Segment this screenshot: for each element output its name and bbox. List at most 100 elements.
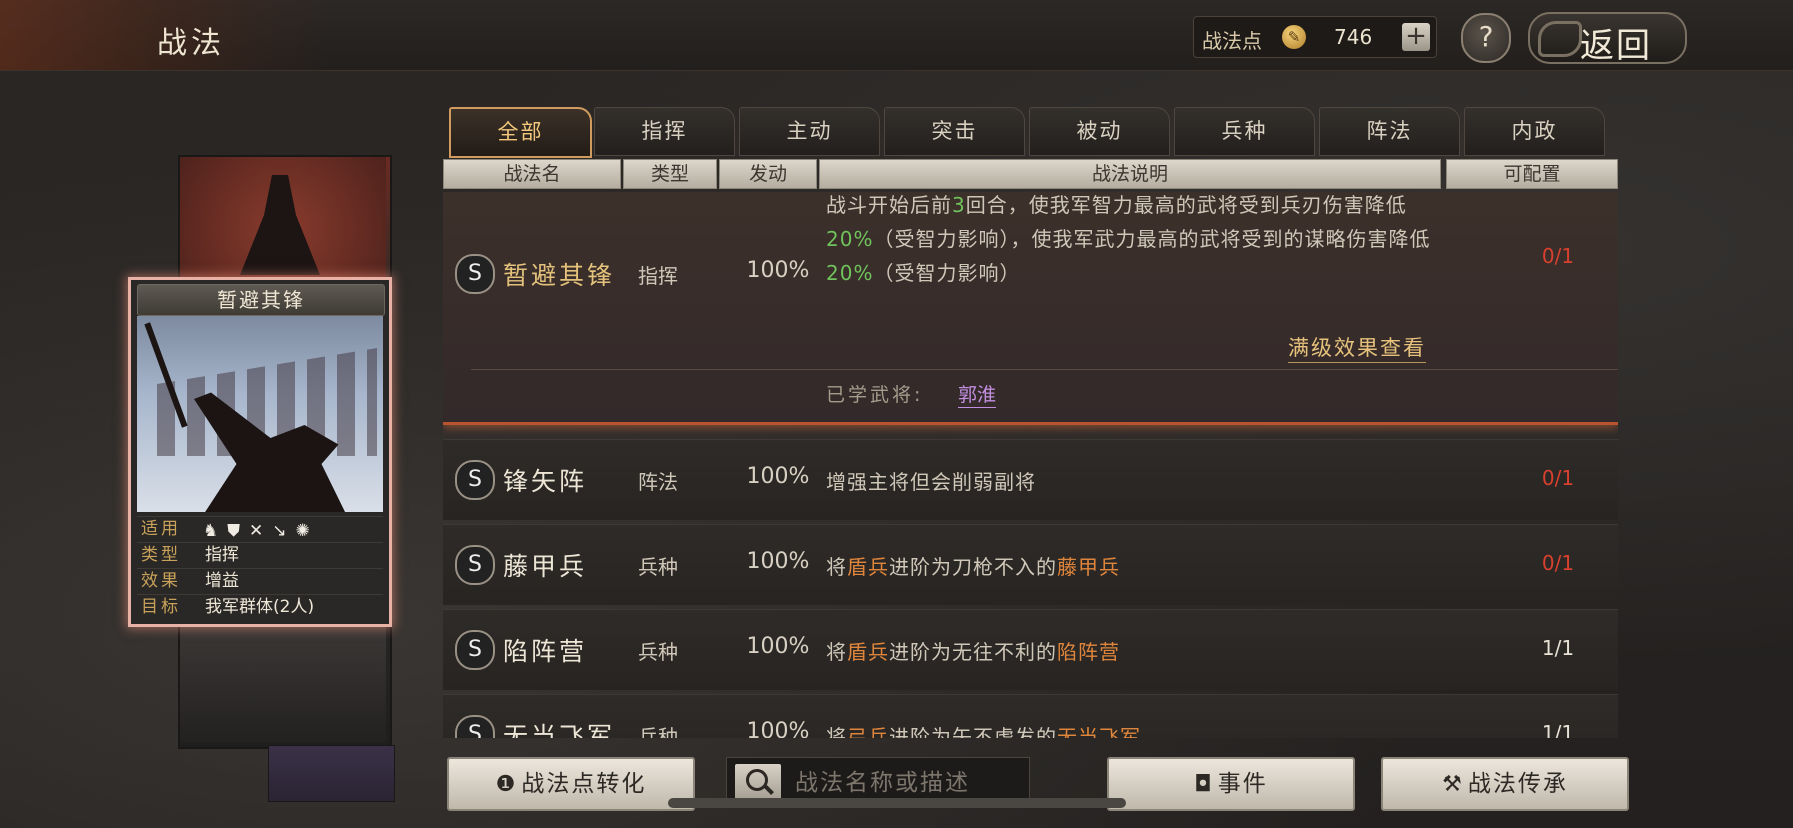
skill-description: 增强主将但会削弱副将 <box>826 466 1426 495</box>
tab-all[interactable]: 全部 <box>449 107 592 158</box>
desc-text: 战斗开始后前 <box>826 193 952 217</box>
desc-highlight: 陷阵营 <box>1057 640 1120 664</box>
column-alloc[interactable]: 可配置 <box>1446 159 1618 189</box>
desc-text: 进阶为无往不利的 <box>889 640 1057 664</box>
divider <box>471 369 1618 370</box>
card-key: 类型 <box>141 545 181 565</box>
column-name[interactable]: 战法名 <box>443 159 621 189</box>
drop-icon: ❶ <box>495 772 518 797</box>
desc-highlight: 3 <box>952 193 966 217</box>
convert-label: 战法点转化 <box>521 771 647 797</box>
column-description: 战法说明 <box>819 159 1441 189</box>
grade-s-badge: S <box>455 545 495 585</box>
inherit-button[interactable]: ⚒ 战法传承 <box>1381 757 1629 811</box>
skill-type: 阵法 <box>638 470 678 494</box>
card-title: 暂避其锋 <box>137 284 385 316</box>
inherit-label: 战法传承 <box>1467 771 1568 797</box>
card-key: 适用 <box>141 519 181 539</box>
card-key: 效果 <box>141 571 181 591</box>
grade-s-badge: S <box>455 715 495 738</box>
grade-s-badge: S <box>455 254 495 294</box>
desc-text: 进阶为刀枪不入的 <box>889 555 1057 579</box>
tab-assault[interactable]: 突击 <box>884 107 1025 156</box>
tab-internal[interactable]: 内政 <box>1464 107 1605 156</box>
skill-description: 将盾兵进阶为无往不利的陷阵营 <box>826 636 1426 665</box>
desc-highlight: 弓兵 <box>847 725 889 738</box>
column-type[interactable]: 类型 <box>623 159 717 189</box>
back-button[interactable]: 返回 <box>1528 12 1687 66</box>
tab-formation[interactable]: 阵法 <box>1319 107 1460 156</box>
help-button[interactable]: ? <box>1461 13 1511 63</box>
desc-text: 将 <box>826 640 847 664</box>
desc-text: 增强主将但会削弱副将 <box>826 470 1036 494</box>
card-row-type: 类型 指挥 <box>137 542 383 568</box>
column-rate[interactable]: 发动 <box>719 159 817 189</box>
desc-text: 进阶为矢不虚发的 <box>889 725 1057 738</box>
skill-description: 将弓兵进阶为矢不虚发的无当飞军 <box>826 721 1426 738</box>
card-row-effect: 效果 增益 <box>137 568 383 594</box>
card-info: 适用 ♞⛊✕↘✺ 类型 指挥 效果 增益 目标 我军群体(2人) <box>137 516 383 620</box>
full-effect-link[interactable]: 满级效果查看 <box>1288 332 1426 363</box>
tactic-points-value: 746 <box>1334 25 1373 49</box>
list-item[interactable]: S 藤甲兵 兵种 100% 将盾兵进阶为刀枪不入的藤甲兵 0/1 <box>443 524 1618 605</box>
card-value: 我军群体(2人) <box>205 597 315 617</box>
list-item[interactable]: S 陷阵营 兵种 100% 将盾兵进阶为无往不利的陷阵营 1/1 <box>443 609 1618 690</box>
tactic-points-label: 战法点 <box>1202 29 1262 53</box>
event-button[interactable]: ◘ 事件 <box>1107 757 1355 811</box>
shield-icon: ⛊ <box>227 521 249 541</box>
event-book-icon: ◘ <box>1194 772 1214 797</box>
search-icon-handle <box>764 785 774 795</box>
tab-command[interactable]: 指挥 <box>594 107 735 156</box>
spear-icon: ↘ <box>272 521 296 541</box>
tab-active[interactable]: 主动 <box>739 107 880 156</box>
skill-list[interactable]: S 暂避其锋 指挥 100% 战斗开始后前3回合，使我军智力最高的武将受到兵刃伤… <box>443 192 1618 738</box>
card-row-applicable: 适用 ♞⛊✕↘✺ <box>137 516 383 542</box>
skill-type: 兵种 <box>638 555 678 579</box>
desc-text: （受智力影响） <box>873 261 1021 285</box>
vehicle-icon: ✺ <box>295 521 319 541</box>
desc-text: （受智力影响），使我军武力最高的武将受到的谋略伤害降低 <box>873 227 1431 251</box>
convert-points-button[interactable]: ❶ 战法点转化 <box>447 757 695 811</box>
desc-text: 将 <box>826 725 847 738</box>
skill-name: 陷阵营 <box>503 637 588 666</box>
card-value: 增益 <box>205 571 239 591</box>
learned-general-link[interactable]: 郭淮 <box>958 380 997 408</box>
scroll-indicator[interactable] <box>668 798 1126 808</box>
card-value: 指挥 <box>205 545 239 565</box>
card-back-bottom <box>180 620 386 743</box>
skill-name: 藤甲兵 <box>503 552 588 581</box>
cavalry-icon: ♞ <box>203 521 228 541</box>
event-label: 事件 <box>1217 771 1268 797</box>
card-row-target: 目标 我军群体(2人) <box>137 594 383 620</box>
add-points-button[interactable]: + <box>1402 23 1430 51</box>
tactic-points-box: 战法点 ✎ 746 + <box>1193 16 1437 58</box>
card-key: 目标 <box>141 597 181 617</box>
list-header: 战法名 类型 发动 战法说明 可配置 <box>443 159 1618 189</box>
list-item[interactable]: S 无当飞军 兵种 100% 将弓兵进阶为矢不虚发的无当飞军 1/1 <box>443 694 1618 738</box>
skill-type: 兵种 <box>638 725 678 738</box>
top-bar: 战法 战法点 ✎ 746 + ? 返回 <box>0 0 1793 71</box>
card-artwork <box>137 316 383 512</box>
skill-description: 战斗开始后前3回合，使我军智力最高的武将受到兵刃伤害降低20%（受智力影响），使… <box>826 192 1436 290</box>
desc-highlight: 20% <box>826 261 874 285</box>
swirl-ornament-icon <box>1538 21 1582 57</box>
grade-s-badge: S <box>455 630 495 670</box>
search-input[interactable] <box>793 764 1027 802</box>
category-tabs: 全部 指挥 主动 突击 被动 兵种 阵法 内政 <box>449 107 1605 158</box>
tab-passive[interactable]: 被动 <box>1029 107 1170 156</box>
desc-highlight: 盾兵 <box>847 640 889 664</box>
unit-type-icons: ♞⛊✕↘✺ <box>203 519 319 544</box>
skill-alloc: 0/1 <box>1541 466 1575 490</box>
expanded-skill-row[interactable]: S 暂避其锋 指挥 100% 战斗开始后前3回合，使我军智力最高的武将受到兵刃伤… <box>443 192 1618 425</box>
list-item[interactable]: S 锋矢阵 阵法 100% 增强主将但会削弱副将 0/1 <box>443 439 1618 520</box>
desc-highlight: 20% <box>826 227 874 251</box>
learned-generals-label: 已学武将: <box>826 384 924 406</box>
skill-alloc: 1/1 <box>1541 636 1575 660</box>
skill-type: 兵种 <box>638 640 678 664</box>
search-button[interactable] <box>735 764 781 800</box>
skill-alloc: 1/1 <box>1541 721 1575 738</box>
desc-highlight: 藤甲兵 <box>1057 555 1120 579</box>
selected-skill-card[interactable]: 暂避其锋 适用 ♞⛊✕↘✺ 类型 指挥 效果 增益 目标 我军群体(2人) <box>128 277 392 627</box>
desc-text: 将 <box>826 555 847 579</box>
tab-troop[interactable]: 兵种 <box>1174 107 1315 156</box>
